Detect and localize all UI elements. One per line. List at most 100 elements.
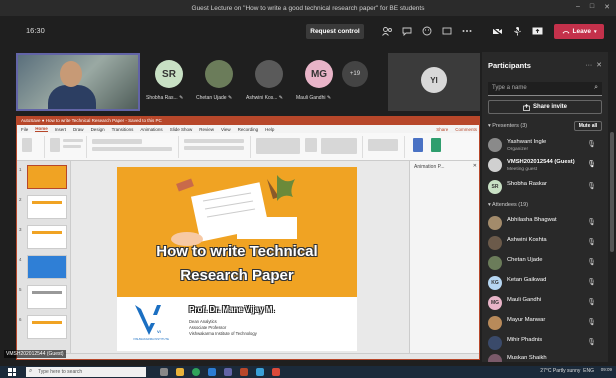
close-icon[interactable]: ✕ (596, 62, 602, 69)
list-buttons[interactable] (184, 139, 244, 143)
tab-draw[interactable]: Draw (73, 127, 84, 132)
align-buttons[interactable] (184, 146, 244, 150)
participant-row[interactable]: Mihir Phadnis 🎙︎ (488, 334, 602, 354)
paste-button[interactable] (22, 138, 32, 152)
slide-thumbnail[interactable] (27, 165, 67, 189)
edge-icon[interactable] (208, 368, 216, 376)
designer-button[interactable] (431, 138, 441, 152)
system-tray[interactable]: 27°C Partly sunny ENG (540, 368, 594, 374)
participant-row[interactable]: Yashwant Ingle Organizer 🎙︎ (488, 136, 602, 156)
attendees-section-header[interactable]: ▾ Attendees (19) (488, 202, 528, 208)
tab-animations[interactable]: Animations (140, 127, 162, 132)
language-indicator: ENG (583, 368, 594, 374)
app-icon[interactable] (256, 368, 264, 376)
ppt-comments-button[interactable]: Comments (455, 127, 477, 132)
arrange-button[interactable] (305, 138, 317, 152)
video-tile[interactable]: Ashwini Kos... ✎ (246, 53, 292, 111)
participant-row[interactable]: SR Shobha Raskar 🎙︎ (488, 178, 602, 198)
presenters-section-header[interactable]: ▾ Presenters (3) (488, 123, 527, 129)
panel-controls: ··· ✕ (585, 61, 602, 69)
share-invite-button[interactable]: Share invite (488, 100, 602, 114)
chat-icon[interactable] (400, 24, 414, 38)
tab-design[interactable]: Design (91, 127, 105, 132)
participant-row[interactable]: KG Ketan Gaikwad 🎙︎ (488, 274, 602, 294)
participant-row[interactable]: Mayur Manwar 🎙︎ (488, 314, 602, 334)
mic-off-icon[interactable] (510, 24, 524, 38)
slide-thumbnail[interactable] (27, 195, 67, 219)
avatar: MG (488, 296, 502, 310)
file-explorer-icon[interactable] (176, 368, 184, 376)
video-gallery: SR Shobha Ras... ✎ Chetan Ujade ✎ Ashwin… (10, 53, 480, 111)
scrollbar-thumb[interactable] (610, 132, 614, 252)
chrome-icon[interactable] (192, 368, 200, 376)
close-window-button[interactable]: ✕ (604, 3, 610, 11)
tab-insert[interactable]: Insert (55, 127, 66, 132)
slide-thumbnail[interactable] (27, 285, 67, 309)
clock[interactable]: 09:09 (601, 367, 612, 372)
tab-view[interactable]: View (221, 127, 231, 132)
slide-thumbnail[interactable] (27, 255, 67, 279)
leave-button[interactable]: Leave ▾ (554, 24, 604, 39)
participant-row[interactable]: MG Mauli Gandhi 🎙︎ (488, 294, 602, 314)
window-title: Guest Lecture on "How to write a good te… (191, 4, 425, 12)
powerpoint-icon[interactable] (240, 368, 248, 376)
tab-review[interactable]: Review (199, 127, 214, 132)
minimize-button[interactable]: – (576, 3, 580, 11)
reset-button[interactable] (63, 145, 81, 148)
mute-all-button[interactable]: Mute all (574, 121, 602, 131)
presenter-name: Prof. Dr. Mane Vijay M. (189, 305, 275, 314)
shapes-gallery[interactable] (256, 138, 300, 154)
participant-row[interactable]: VMSH202012544 (Guest) Meeting guest 🎙︎ (488, 156, 602, 176)
tab-help[interactable]: Help (265, 127, 274, 132)
presenter-figure-body (48, 85, 96, 109)
participants-icon[interactable] (380, 24, 394, 38)
share-screen-icon[interactable] (530, 24, 544, 38)
dictate-button[interactable] (413, 138, 423, 152)
find-replace-buttons[interactable] (368, 139, 398, 151)
teams-icon[interactable] (224, 368, 232, 376)
participant-name: Mayur Manwar (507, 317, 546, 323)
camera-off-icon[interactable] (490, 24, 504, 38)
current-slide[interactable]: How to write Technical Research Paper VI… (117, 167, 357, 351)
slide-thumbnail[interactable] (27, 225, 67, 249)
tab-slide-show[interactable]: Slide Show (170, 127, 193, 132)
new-slide-button[interactable] (50, 138, 60, 152)
tab-recording[interactable]: Recording (238, 127, 259, 132)
pinned-video-tile[interactable]: YI (388, 53, 480, 111)
request-control-button[interactable]: Request control (306, 24, 364, 39)
font-select[interactable] (92, 139, 142, 144)
reactions-icon[interactable] (420, 24, 434, 38)
participant-row[interactable]: Chetan Ujade 🎙︎ (488, 254, 602, 274)
layout-button[interactable] (63, 139, 83, 142)
tab-file[interactable]: File (21, 127, 28, 132)
task-view-icon[interactable] (160, 368, 168, 376)
slide-thumbnail[interactable] (27, 315, 67, 339)
participant-row[interactable]: Ashwini Koshta 🎙︎ (488, 234, 602, 254)
quick-styles[interactable] (321, 138, 357, 154)
video-tile[interactable]: SR Shobha Ras... ✎ (146, 53, 192, 111)
app-icon[interactable] (272, 368, 280, 376)
tab-transitions[interactable]: Transitions (112, 127, 134, 132)
tab-home[interactable]: Home (35, 126, 48, 132)
close-icon[interactable]: ✕ (473, 163, 477, 169)
ppt-share-button[interactable]: Share (436, 127, 448, 132)
participant-search-input[interactable]: Type a name ⌕ (488, 82, 602, 96)
presenter-role-2: Associate Professor (189, 325, 227, 330)
rooms-icon[interactable] (440, 24, 454, 38)
participant-row[interactable]: Muskan Shaikh (488, 352, 602, 362)
video-tile[interactable]: MG Mauli Gandhi ✎ (296, 53, 342, 111)
search-icon: ⌕ (594, 84, 598, 91)
maximize-button[interactable]: □ (590, 3, 594, 11)
more-participants-button[interactable]: +19 (342, 61, 368, 87)
panel-scrollbar[interactable] (608, 52, 616, 362)
participant-row[interactable]: Abhilasha Bhagwat 🎙︎ (488, 214, 602, 234)
windows-start-icon[interactable] (8, 368, 16, 376)
taskbar-search-input[interactable]: ⌕ Type here to search (26, 367, 146, 377)
video-tile[interactable]: Chetan Ujade ✎ (196, 53, 242, 111)
more-options-icon[interactable] (460, 24, 474, 38)
presenter-video[interactable] (16, 53, 140, 111)
more-options-icon[interactable]: ··· (585, 62, 592, 69)
font-format-buttons[interactable] (92, 147, 172, 151)
shared-screen[interactable]: AutoSave ● How to write Technical Resear… (16, 116, 480, 360)
mic-off-icon: 🎙︎ (587, 299, 596, 306)
